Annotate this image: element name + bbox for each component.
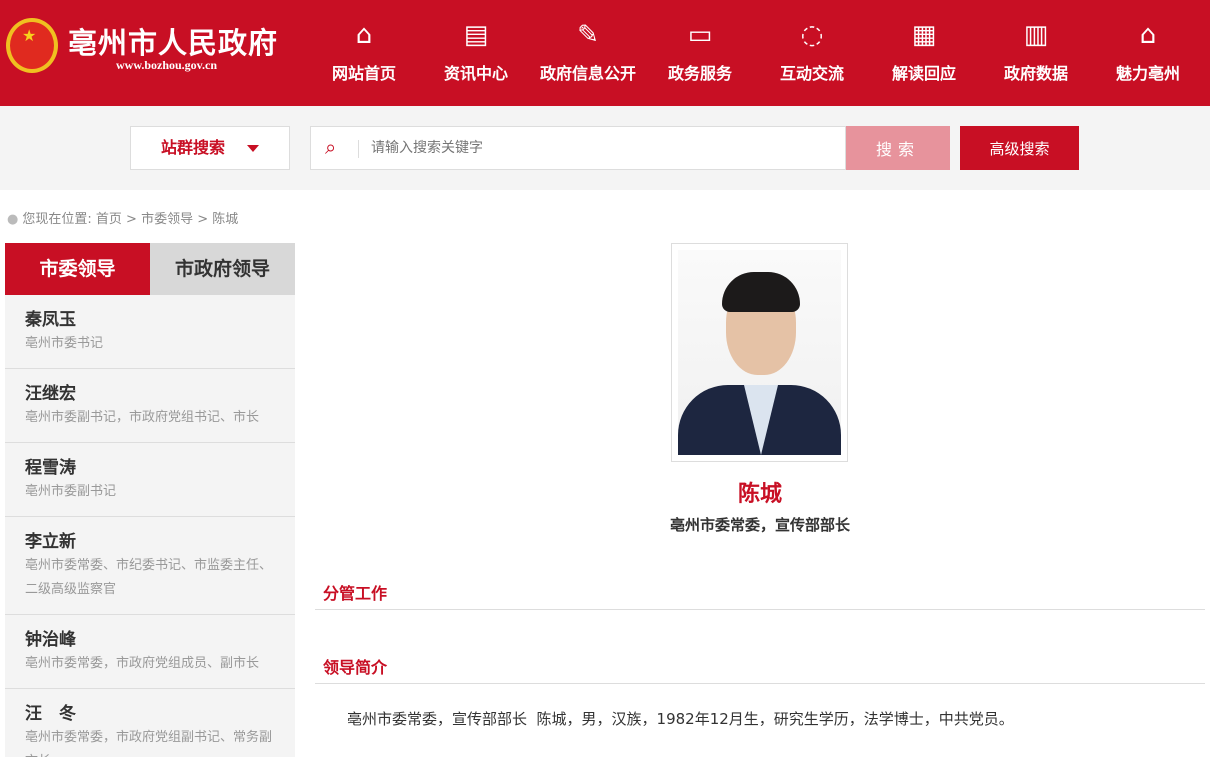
breadcrumb-prefix: 您现在位置: (22, 212, 92, 227)
nav-label: 解读回应 (891, 64, 956, 83)
advanced-search-button[interactable]: 高级搜索 (960, 126, 1079, 170)
site-url: www.bozhou.gov.cn (116, 58, 218, 72)
site-title[interactable]: 亳州市人民政府 (68, 20, 278, 62)
nav-label: 政务服务 (667, 64, 732, 83)
monitor-icon: ▭ (687, 20, 713, 50)
nav-item[interactable]: ▦ 解读回应 (868, 18, 980, 84)
biography-text: 亳州市委常委，宣传部部长 陈城，男，汉族，1982年12月生，研究生学历，法学博… (347, 710, 1014, 728)
nav-item[interactable]: ⌂ 魅力亳州 (1092, 18, 1204, 84)
leader-list-item[interactable]: 秦凤玉 亳州市委书记 (5, 295, 295, 369)
breadcrumb-leaders[interactable]: 市委领导 (141, 212, 193, 227)
breadcrumb-sep: > (197, 212, 209, 227)
leader-item-name: 汪继宏 (25, 384, 76, 404)
leader-item-title: 亳州市委常委、市纪委书记、市监委主任、二级高级监察官 (25, 558, 273, 597)
search-bar: 站群搜索 ⌕ 搜索 高级搜索 (0, 106, 1210, 190)
document-icon: ▦ (911, 20, 937, 50)
nav-label: 互动交流 (779, 64, 844, 83)
breadcrumb-home[interactable]: 首页 (96, 212, 122, 227)
nav-label: 网站首页 (331, 64, 396, 83)
site-header: 亳州市人民政府 www.bozhou.gov.cn ⌂ 网站首页 ▤ 资讯中心 ✎ 政府信… (0, 0, 1210, 106)
chat-icon: ◌ (800, 20, 824, 50)
nav-label: 资讯中心 (443, 64, 508, 83)
search-button[interactable]: 搜索 (846, 126, 950, 170)
tab-government-leaders[interactable]: 市政府领导 (150, 243, 295, 295)
breadcrumb-current: 陈城 (212, 212, 239, 227)
edit-doc-icon: ✎ (577, 20, 599, 50)
location-pin-icon: ● (7, 212, 19, 227)
leader-item-title: 亳州市委常委，市政府党组成员、副市长 (25, 656, 260, 671)
section-responsibilities: 分管工作 (315, 580, 1205, 610)
leader-item-name: 秦凤玉 (25, 310, 76, 330)
divider (358, 140, 359, 158)
national-emblem-logo (6, 18, 58, 73)
breadcrumb: ● 您现在位置: 首页 > 市委领导 > 陈城 (7, 208, 238, 227)
search-input[interactable] (371, 135, 831, 161)
nav-item[interactable]: ◌ 互动交流 (756, 18, 868, 84)
site-select-label: 站群搜索 (161, 138, 226, 157)
caret-down-icon (247, 145, 259, 152)
leader-item-name: 钟治峰 (25, 630, 76, 650)
nav-label: 政府数据 (1003, 64, 1068, 83)
leader-title: 亳州市委常委，宣传部部长 (669, 516, 850, 534)
leader-list-item[interactable]: 钟治峰亳州市委常委，市政府党组成员、副市长 (5, 615, 295, 689)
leader-list-item[interactable]: 汪 冬亳州市委常委，市政府党组副书记、常务副市长 (5, 689, 295, 757)
search-icon: ⌕ (325, 135, 337, 159)
breadcrumb-sep: > (126, 212, 137, 227)
bar-chart-icon: ▥ (1023, 20, 1049, 50)
landmark-icon: ⌂ (1139, 20, 1157, 50)
nav-label: 政府信息公开 (539, 64, 636, 83)
nav-item[interactable]: ✎ 政府信息公开 (532, 18, 644, 84)
nav-label: 魅力亳州 (1115, 64, 1180, 83)
leader-name: 陈城 (737, 482, 782, 507)
leader-item-name: 汪 冬 (25, 704, 76, 724)
tab-party-committee-leaders[interactable]: 市委领导 (5, 243, 150, 295)
home-icon: ⌂ (355, 20, 373, 50)
leader-item-title: 亳州市委书记 (25, 336, 104, 351)
leader-item-title: 亳州市委副书记，市政府党组书记、市长 (25, 410, 260, 425)
leader-list-item[interactable]: 汪继宏亳州市委副书记，市政府党组书记、市长 (5, 369, 295, 443)
nav-item[interactable]: ▭ 政务服务 (644, 18, 756, 84)
leader-item-title: 亳州市委常委，市政府党组副书记、常务副市长 (25, 730, 273, 757)
news-icon: ▤ (463, 20, 489, 50)
leader-photo (671, 243, 848, 462)
nav-item[interactable]: ▤ 资讯中心 (420, 18, 532, 84)
nav-item[interactable]: ⌂ 网站首页 (308, 18, 420, 84)
leader-tabs: 市委领导 市政府领导 (5, 243, 295, 295)
section-biography: 领导简介 (315, 654, 1205, 684)
nav-item[interactable]: ▥ 政府数据 (980, 18, 1092, 84)
site-group-select[interactable]: 站群搜索 (130, 126, 290, 170)
search-box: ⌕ (310, 126, 846, 170)
